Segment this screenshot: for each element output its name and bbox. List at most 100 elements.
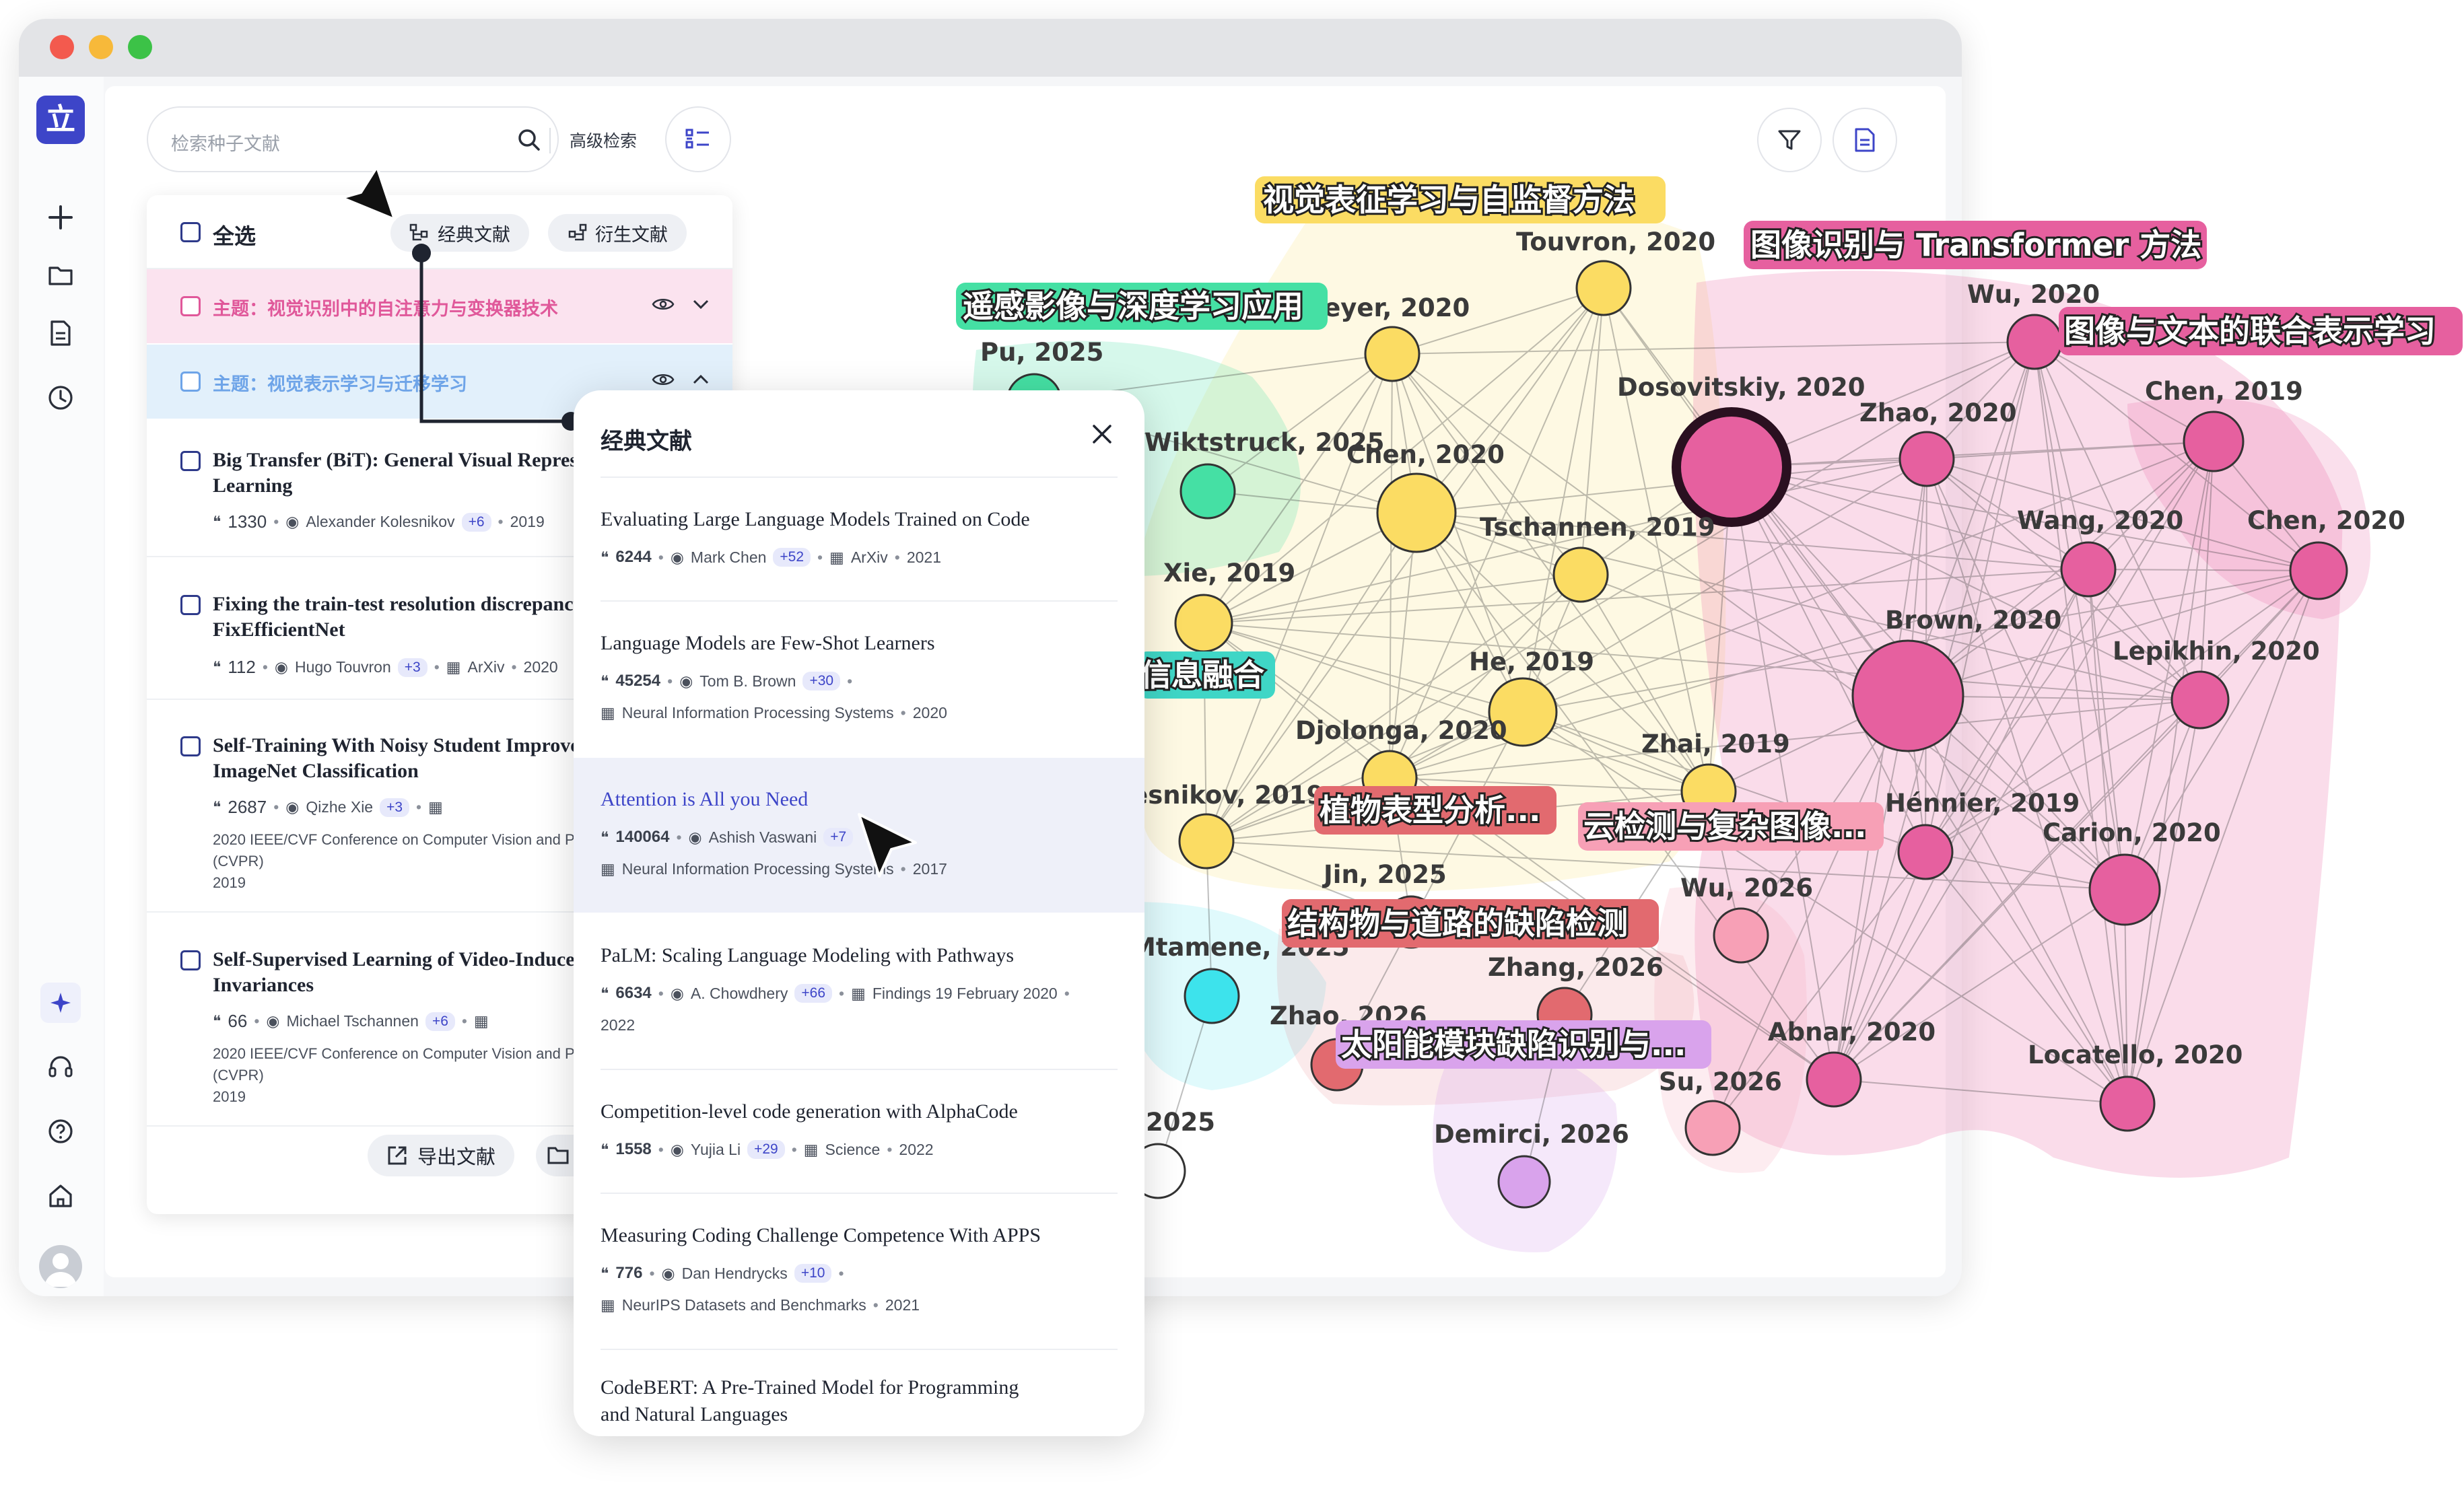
filter-button[interactable]: [1757, 108, 1822, 172]
popup-item-title[interactable]: Language Models are Few-Shot Learners: [601, 630, 1126, 657]
eye-icon[interactable]: [652, 371, 675, 388]
export-literature-button[interactable]: 导出文献: [368, 1135, 515, 1176]
graph-node[interactable]: [1552, 546, 1609, 603]
graph-node[interactable]: [2170, 670, 2230, 730]
list-view-button[interactable]: [665, 106, 731, 172]
graph-node[interactable]: [1376, 472, 1457, 553]
graph-node-label[interactable]: Locatello, 2020: [2028, 1040, 2243, 1069]
graph-node[interactable]: [1851, 639, 1964, 752]
author[interactable]: Mark Chen: [691, 548, 766, 567]
cluster-label-defect-detection[interactable]: 结构物与道路的缺陷检测: [1285, 903, 1630, 944]
more-authors-badge[interactable]: +6: [425, 1012, 455, 1031]
more-authors-badge[interactable]: +6: [461, 512, 491, 532]
popup-item[interactable]: CodeBERT: A Pre-Trained Model for Progra…: [574, 1350, 1144, 1436]
popup-item[interactable]: Evaluating Large Language Models Trained…: [574, 478, 1144, 599]
topic-checkbox[interactable]: [180, 296, 201, 316]
graph-node-label[interactable]: Chen, 2020: [2247, 506, 2405, 535]
popup-item[interactable]: Competition-level code generation with A…: [574, 1070, 1144, 1191]
author[interactable]: Yujia Li: [691, 1141, 741, 1159]
advanced-search-button[interactable]: 高级检索: [570, 128, 637, 152]
graph-node[interactable]: [2289, 541, 2348, 600]
graph-node[interactable]: [1364, 326, 1421, 382]
cluster-label-remote-sensing[interactable]: 遥感影像与深度学习应用: [961, 286, 1305, 326]
graph-node-label[interactable]: Zhai, 2019: [1641, 730, 1790, 758]
item-checkbox[interactable]: [180, 595, 201, 615]
more-authors-badge[interactable]: +66: [794, 984, 833, 1003]
classic-literature-chip[interactable]: 经典文献: [390, 214, 529, 252]
cluster-label-solar-module[interactable]: 太阳能模块缺陷识别与...: [1339, 1024, 1688, 1065]
graph-node-label[interactable]: Wiktstruck, 2025: [1144, 428, 1385, 457]
graph-node-label[interactable]: Wu, 2020: [1967, 280, 2100, 309]
item-checkbox[interactable]: [180, 950, 201, 970]
graph-node-label[interactable]: Lepikhin, 2020: [2113, 637, 2320, 666]
cluster-label-fusion[interactable]: 信息融合: [1138, 655, 1266, 695]
graph-node-label[interactable]: Zhang, 2026: [1488, 953, 1664, 982]
chevron-up-icon[interactable]: [692, 374, 710, 386]
more-authors-badge[interactable]: +3: [380, 798, 410, 817]
popup-item[interactable]: Language Models are Few-Shot Learners ❝ 4…: [574, 602, 1144, 756]
derived-literature-chip[interactable]: 衍生文献: [548, 214, 687, 252]
graph-node[interactable]: [1672, 407, 1791, 527]
author[interactable]: A. Chowdhery: [691, 985, 788, 1003]
search-input[interactable]: 检索种子文献: [171, 129, 280, 155]
graph-node-label[interactable]: Touvron, 2020: [1516, 227, 1715, 256]
graph-node-label[interactable]: Carion, 2020: [2043, 818, 2221, 847]
topic-checkbox[interactable]: [180, 371, 201, 392]
cluster-label-plant-phenotype[interactable]: 植物表型分析...: [1317, 790, 1542, 830]
graph-node-label[interactable]: Wu, 2026: [1680, 874, 1813, 902]
author[interactable]: Ashish Vaswani: [709, 828, 817, 847]
graph-node[interactable]: [1897, 824, 1954, 880]
select-all-checkbox[interactable]: [180, 222, 201, 242]
topic-row[interactable]: 主题：视觉识别中的自注意力与变换器技术: [147, 269, 732, 343]
author[interactable]: Tom B. Brown: [699, 672, 796, 690]
graph-node-label[interactable]: Demirci, 2026: [1434, 1120, 1629, 1149]
popup-item-title[interactable]: CodeBERT: A Pre-Trained Model for Progra…: [601, 1374, 1126, 1401]
graph-node-label[interactable]: Hénnier, 2019: [1885, 789, 2080, 818]
graph-node[interactable]: [1184, 968, 1240, 1024]
graph-node-label[interactable]: Brown, 2020: [1885, 606, 2061, 635]
eye-icon[interactable]: [652, 296, 675, 312]
popup-item-title[interactable]: Attention is All you Need: [601, 786, 1126, 813]
item-checkbox[interactable]: [180, 736, 201, 756]
author[interactable]: Alexander Kolesnikov: [306, 513, 454, 531]
cluster-label-transformer[interactable]: 图像识别与 Transformer 方法: [1748, 225, 2203, 265]
graph-node-label[interactable]: Pu, 2025: [980, 338, 1103, 367]
search-icon[interactable]: [517, 128, 541, 155]
graph-node-label[interactable]: Abnar, 2020: [1768, 1018, 1936, 1047]
graph-node-label[interactable]: Zhao, 2020: [1859, 398, 2016, 427]
more-authors-badge[interactable]: +7: [823, 828, 854, 847]
graph-node-label[interactable]: Djolonga, 2020: [1295, 716, 1507, 745]
graph-node-label[interactable]: Beyer, 2020: [1305, 293, 1470, 322]
popup-item[interactable]: Measuring Coding Challenge Competence Wi…: [574, 1194, 1144, 1349]
graph-node[interactable]: [1806, 1051, 1862, 1108]
chevron-down-icon[interactable]: [692, 298, 710, 310]
graph-node[interactable]: [1174, 594, 1233, 653]
graph-node-label[interactable]: Wang, 2020: [2017, 506, 2183, 535]
graph-node[interactable]: [1713, 907, 1769, 964]
graph-node[interactable]: [1684, 1100, 1741, 1156]
graph-node-label[interactable]: Dosovitskiy, 2020: [1617, 373, 1866, 402]
author[interactable]: Michael Tschannen: [286, 1012, 418, 1030]
popup-item-title[interactable]: Evaluating Large Language Models Trained…: [601, 506, 1126, 533]
more-authors-badge[interactable]: +3: [397, 658, 427, 677]
more-authors-badge[interactable]: +30: [802, 672, 841, 690]
more-authors-badge[interactable]: +10: [794, 1264, 832, 1283]
graph-node[interactable]: [2088, 853, 2161, 926]
graph-node[interactable]: [1179, 463, 1236, 520]
graph-node[interactable]: [1497, 1155, 1551, 1209]
cluster-label-image-text[interactable]: 图像与文本的联合表示学习: [2062, 311, 2438, 351]
more-authors-badge[interactable]: +29: [747, 1140, 785, 1159]
item-checkbox[interactable]: [180, 451, 201, 471]
popup-item-title[interactable]: PaLM: Scaling Language Modeling with Pat…: [601, 942, 1126, 969]
graph-node[interactable]: [2006, 314, 2063, 370]
graph-node-label[interactable]: Jin, 2025: [1322, 860, 1447, 889]
graph-node-label[interactable]: Tschannen, 2019: [1480, 513, 1715, 542]
popup-item[interactable]: PaLM: Scaling Language Modeling with Pat…: [574, 914, 1144, 1069]
cluster-label-cloud-detection[interactable]: 云检测与复杂图像...: [1581, 806, 1868, 847]
cluster-label-visual-representation[interactable]: 视觉表征学习与自监督方法: [1261, 180, 1637, 220]
graph-node[interactable]: [1575, 260, 1632, 316]
graph-node-label[interactable]: Su, 2026: [1659, 1067, 1782, 1096]
graph-node-label[interactable]: He, 2019: [1469, 647, 1594, 676]
graph-node[interactable]: [2099, 1075, 2156, 1132]
graph-node-label[interactable]: 2025: [1146, 1108, 1215, 1137]
